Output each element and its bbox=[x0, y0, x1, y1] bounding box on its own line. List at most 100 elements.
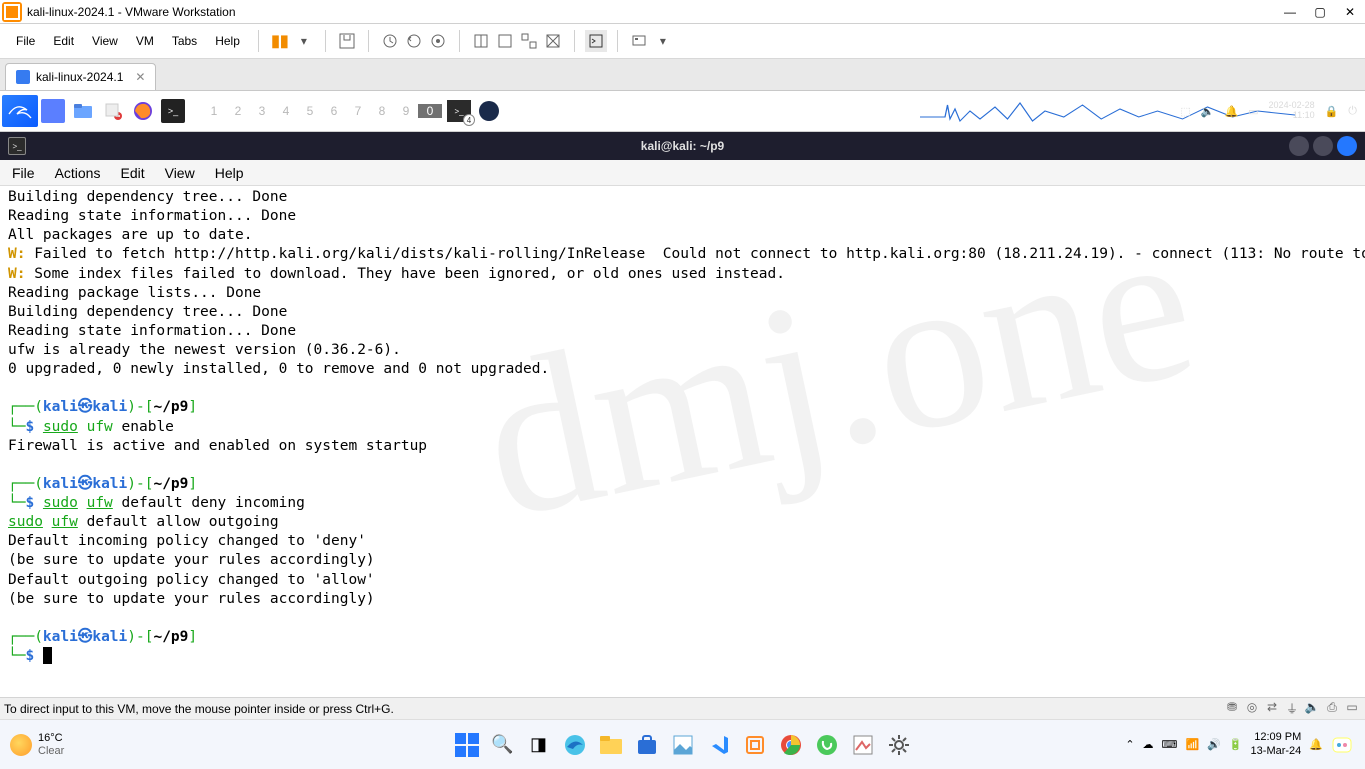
desktop-icon[interactable] bbox=[41, 99, 65, 123]
snapshot-revert-icon[interactable] bbox=[403, 30, 425, 52]
maximize-button[interactable]: ▢ bbox=[1305, 5, 1335, 19]
term-menu-file[interactable]: File bbox=[12, 165, 35, 181]
tray-copilot-icon[interactable] bbox=[1331, 734, 1353, 756]
dropdown2-icon[interactable]: ▾ bbox=[652, 30, 674, 52]
tray-wifi-icon[interactable]: 📶 bbox=[1185, 738, 1199, 751]
minimize-button[interactable]: — bbox=[1275, 5, 1305, 19]
fullscreen-icon[interactable] bbox=[494, 30, 516, 52]
weather-widget[interactable]: 16°CClear bbox=[10, 732, 64, 756]
thumbnail-icon[interactable] bbox=[628, 30, 650, 52]
firefox-icon[interactable] bbox=[131, 99, 155, 123]
bell-icon[interactable]: 🔔 bbox=[1224, 105, 1238, 118]
taskbar-center: 🔍 ◨ bbox=[453, 731, 913, 759]
terminal-icon[interactable]: >_ bbox=[161, 99, 185, 123]
term-menu-actions[interactable]: Actions bbox=[55, 165, 101, 181]
tray-clock[interactable]: 12:09 PM13-Mar-24 bbox=[1251, 731, 1302, 757]
workspace-6[interactable]: 6 bbox=[322, 104, 346, 118]
tray-notif-icon[interactable]: 🔔 bbox=[1309, 738, 1323, 751]
menu-view[interactable]: View bbox=[84, 30, 126, 52]
vmware-task-icon[interactable] bbox=[741, 731, 769, 759]
workspace-9[interactable]: 9 bbox=[394, 104, 418, 118]
terminal-window: >_ kali@kali: ~/p9 File Actions Edit Vie… bbox=[0, 132, 1365, 697]
files-icon[interactable] bbox=[71, 99, 95, 123]
panel-clock[interactable]: 2024-02-2811:10 bbox=[1269, 101, 1315, 121]
search-icon[interactable]: 🔍 bbox=[489, 731, 517, 759]
console-icon[interactable] bbox=[585, 30, 607, 52]
usb-icon[interactable]: ⏚ bbox=[1283, 700, 1301, 717]
workspace-3[interactable]: 3 bbox=[250, 104, 274, 118]
printer-icon[interactable]: ⎙ bbox=[1323, 700, 1341, 717]
term-menu-help[interactable]: Help bbox=[215, 165, 244, 181]
panel-tray: ⬚ 🔈 🔔 ▭ 2024-02-2811:10 🔒 ⏻ bbox=[1180, 101, 1357, 121]
terminal-body[interactable]: dmj.oneBuilding dependency tree... Done … bbox=[0, 186, 1365, 697]
term-minimize-button[interactable] bbox=[1289, 136, 1309, 156]
store-icon[interactable] bbox=[633, 731, 661, 759]
tray-onedrive-icon[interactable]: ☁ bbox=[1143, 738, 1154, 751]
panel-terminal-task[interactable]: >_4 bbox=[447, 100, 471, 122]
tray-battery-icon[interactable]: 🔋 bbox=[1229, 738, 1243, 751]
term-badge: 4 bbox=[463, 114, 475, 126]
kali-panel: >_ 1 2 3 4 5 6 7 8 9 0 >_4 ⬚ 🔈 🔔 ▭ 2024-… bbox=[0, 91, 1365, 132]
power-icon[interactable]: ⏻ bbox=[1348, 105, 1357, 118]
edge-icon[interactable] bbox=[561, 731, 589, 759]
weather-cond: Clear bbox=[38, 745, 64, 757]
start-button[interactable] bbox=[453, 731, 481, 759]
tray-lang-icon[interactable]: ⌨ bbox=[1162, 738, 1178, 751]
lock-icon[interactable]: 🔒 bbox=[1325, 105, 1339, 118]
battery-icon[interactable]: ▭ bbox=[1248, 105, 1258, 118]
menu-tabs[interactable]: Tabs bbox=[164, 30, 205, 52]
settings-icon[interactable] bbox=[885, 731, 913, 759]
term-maximize-button[interactable] bbox=[1313, 136, 1333, 156]
menu-edit[interactable]: Edit bbox=[45, 30, 82, 52]
workspace-7[interactable]: 7 bbox=[346, 104, 370, 118]
net-icon[interactable]: ⇄ bbox=[1263, 700, 1281, 717]
workspace-4[interactable]: 4 bbox=[274, 104, 298, 118]
terminal-app-icon: >_ bbox=[8, 137, 26, 155]
record-icon[interactable]: ⬚ bbox=[1180, 105, 1190, 118]
no-entry-icon[interactable] bbox=[101, 99, 125, 123]
sound-icon[interactable]: 🔈 bbox=[1303, 700, 1321, 717]
menu-help[interactable]: Help bbox=[207, 30, 248, 52]
tab-close-icon[interactable]: ✕ bbox=[135, 70, 145, 84]
tray-volume-icon[interactable]: 🔊 bbox=[1207, 738, 1221, 751]
send-ctrl-alt-del-icon[interactable] bbox=[336, 30, 358, 52]
chrome-icon[interactable] bbox=[777, 731, 805, 759]
statusbar-hint: To direct input to this VM, move the mou… bbox=[4, 702, 394, 716]
term-close-button[interactable] bbox=[1337, 136, 1357, 156]
system-tray: ⌃ ☁ ⌨ 📶 🔊 🔋 12:09 PM13-Mar-24 🔔 bbox=[1125, 731, 1353, 757]
term-menu-view[interactable]: View bbox=[165, 165, 195, 181]
taskview-icon[interactable]: ◨ bbox=[525, 731, 553, 759]
workspace-5[interactable]: 5 bbox=[298, 104, 322, 118]
sun-icon bbox=[10, 734, 32, 756]
whatsapp-icon[interactable] bbox=[813, 731, 841, 759]
explorer-icon[interactable] bbox=[597, 731, 625, 759]
pause-icon[interactable]: ▮▮ bbox=[269, 30, 291, 52]
menu-file[interactable]: File bbox=[8, 30, 43, 52]
shield-icon[interactable] bbox=[479, 101, 499, 121]
hdd-icon[interactable]: ⛃ bbox=[1223, 700, 1241, 717]
snapshot-icon[interactable] bbox=[379, 30, 401, 52]
volume-icon[interactable]: 🔈 bbox=[1201, 105, 1215, 118]
vm-tab[interactable]: kali-linux-2024.1 ✕ bbox=[5, 63, 156, 90]
stretch-icon[interactable] bbox=[542, 30, 564, 52]
workspace-8[interactable]: 8 bbox=[370, 104, 394, 118]
workspace-0[interactable]: 0 bbox=[418, 104, 442, 118]
vmware-icon bbox=[2, 2, 22, 22]
vmware-tabs: kali-linux-2024.1 ✕ bbox=[0, 59, 1365, 91]
term-menu-edit[interactable]: Edit bbox=[120, 165, 144, 181]
workspace-1[interactable]: 1 bbox=[202, 104, 226, 118]
photos-icon[interactable] bbox=[669, 731, 697, 759]
snapshot-manager-icon[interactable] bbox=[427, 30, 449, 52]
cd-icon[interactable]: ◎ bbox=[1243, 700, 1261, 717]
app-icon[interactable] bbox=[849, 731, 877, 759]
dropdown-icon[interactable]: ▾ bbox=[293, 30, 315, 52]
menu-vm[interactable]: VM bbox=[128, 30, 162, 52]
kali-logo[interactable] bbox=[2, 95, 38, 127]
workspace-2[interactable]: 2 bbox=[226, 104, 250, 118]
unity-icon[interactable] bbox=[518, 30, 540, 52]
fit-window-icon[interactable] bbox=[470, 30, 492, 52]
vscode-icon[interactable] bbox=[705, 731, 733, 759]
tray-chevron-icon[interactable]: ⌃ bbox=[1125, 738, 1134, 751]
display-icon[interactable]: ▭ bbox=[1343, 700, 1361, 717]
close-button[interactable]: ✕ bbox=[1335, 5, 1365, 19]
